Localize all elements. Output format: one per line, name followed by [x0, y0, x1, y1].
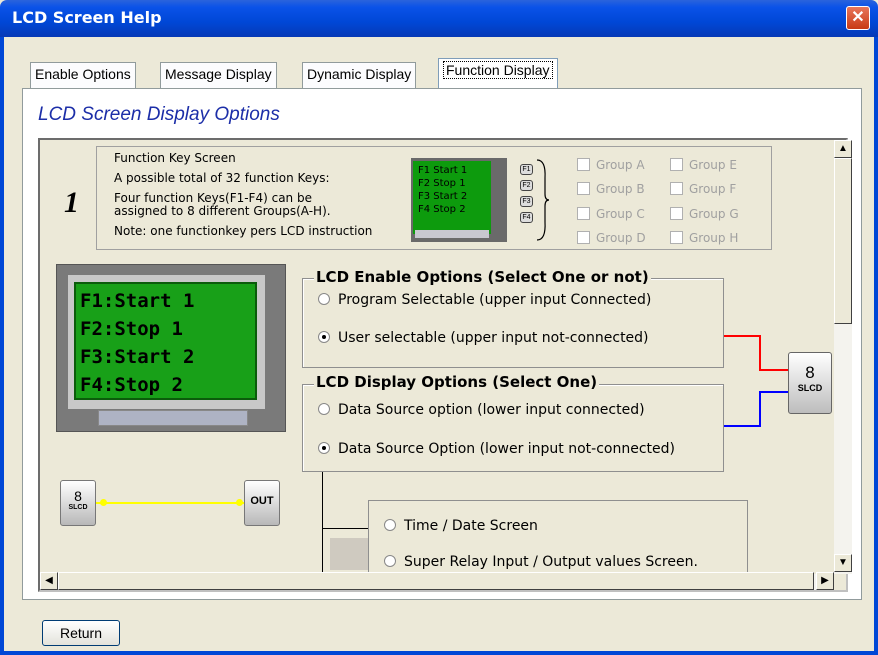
lcd-line: F3:Start 2: [80, 346, 195, 368]
fk-line: F2 Stop 1: [418, 178, 466, 189]
group-d-checkbox[interactable]: Group D: [577, 231, 646, 245]
radio-user-selectable[interactable]: User selectable (upper input not-connect…: [318, 330, 649, 346]
tab-dynamic-display[interactable]: Dynamic Display: [302, 62, 417, 88]
group-b-checkbox[interactable]: Group B: [577, 182, 645, 196]
close-icon[interactable]: ✕: [846, 6, 870, 30]
info-line: Four function Keys(F1-F4) can be: [114, 191, 312, 205]
out-label: OUT: [250, 495, 274, 507]
small-slcd-label: SLCD: [68, 504, 88, 511]
step-number: 1: [64, 186, 79, 219]
group-f-checkbox[interactable]: Group F: [670, 182, 736, 196]
scroll-up-icon[interactable]: ▲: [834, 140, 852, 158]
tab-message-display[interactable]: Message Display: [160, 62, 277, 88]
display-options-title: LCD Display Options (Select One): [314, 373, 600, 391]
fkey-f4: F4: [520, 212, 533, 223]
lcd-line: F4:Stop 2: [80, 374, 183, 396]
tab-function-display-label: Function Display: [443, 61, 553, 79]
scroll-right-icon[interactable]: ▶: [816, 572, 834, 590]
small-slcd-number: 8: [74, 488, 82, 504]
group-e-checkbox[interactable]: Group E: [670, 158, 737, 172]
info-line: Function Key Screen: [114, 151, 236, 165]
tab-enable-options[interactable]: Enable Options: [30, 62, 136, 88]
tree-branch: [322, 528, 368, 529]
horizontal-scroll-thumb[interactable]: [58, 572, 814, 590]
info-line: assigned to 8 different Groups(A-H).: [114, 204, 331, 218]
group-a-checkbox[interactable]: Group A: [577, 158, 645, 172]
vertical-scroll-thumb[interactable]: [834, 158, 852, 324]
lcd-line: F1:Start 1: [80, 290, 195, 312]
fkey-f2: F2: [520, 180, 533, 191]
slcd-number: 8: [805, 363, 815, 382]
group-h-checkbox[interactable]: Group H: [670, 231, 738, 245]
scroll-down-icon[interactable]: ▼: [834, 554, 852, 572]
out-block: OUT: [244, 480, 280, 526]
radio-super-relay[interactable]: Super Relay Input / Output values Screen…: [384, 554, 698, 572]
radio-data-source-connected[interactable]: Data Source option (lower input connecte…: [318, 402, 645, 418]
wires: [724, 335, 788, 427]
radio-program-selectable[interactable]: Program Selectable (upper input Connecte…: [318, 292, 651, 308]
fkey-f3: F3: [520, 196, 533, 207]
slcd-label: SLCD: [797, 383, 823, 393]
lcd-scrollbar: [98, 410, 248, 426]
yellow-wire: [96, 502, 244, 504]
radio-time-date[interactable]: Time / Date Screen: [384, 518, 538, 534]
wire-dot: [236, 499, 243, 506]
fk-line: F1 Start 1: [418, 165, 468, 176]
enable-options-title: LCD Enable Options (Select One or not): [314, 268, 651, 286]
info-line: A possible total of 32 function Keys:: [114, 171, 330, 185]
scroll-left-icon[interactable]: ◀: [40, 572, 58, 590]
display-options-group: [302, 384, 724, 472]
fk-scrollbar: [415, 230, 489, 238]
radio-data-source-not-connected[interactable]: Data Source Option (lower input not-conn…: [318, 441, 675, 457]
wire-dot: [100, 499, 107, 506]
group-c-checkbox[interactable]: Group C: [577, 207, 645, 221]
slcd-small-block: 8 SLCD: [60, 480, 96, 526]
tab-function-display[interactable]: Function Display: [438, 58, 558, 89]
fk-line: F3 Start 2: [418, 191, 468, 202]
lcd-line: F2:Stop 1: [80, 318, 183, 340]
brace-icon: [536, 159, 550, 241]
return-button[interactable]: Return: [42, 620, 120, 646]
panel-title: LCD Screen Display Options: [38, 104, 280, 125]
group-g-checkbox[interactable]: Group G: [670, 207, 739, 221]
info-line: Note: one functionkey pers LCD instructi…: [114, 224, 373, 238]
tree-block: [330, 538, 368, 570]
fkey-f1: F1: [520, 164, 533, 175]
fk-line: F4 Stop 2: [418, 204, 466, 215]
tree-line: [322, 472, 323, 572]
window-title: LCD Screen Help: [12, 8, 162, 27]
slcd-block: 8 SLCD: [788, 352, 832, 414]
